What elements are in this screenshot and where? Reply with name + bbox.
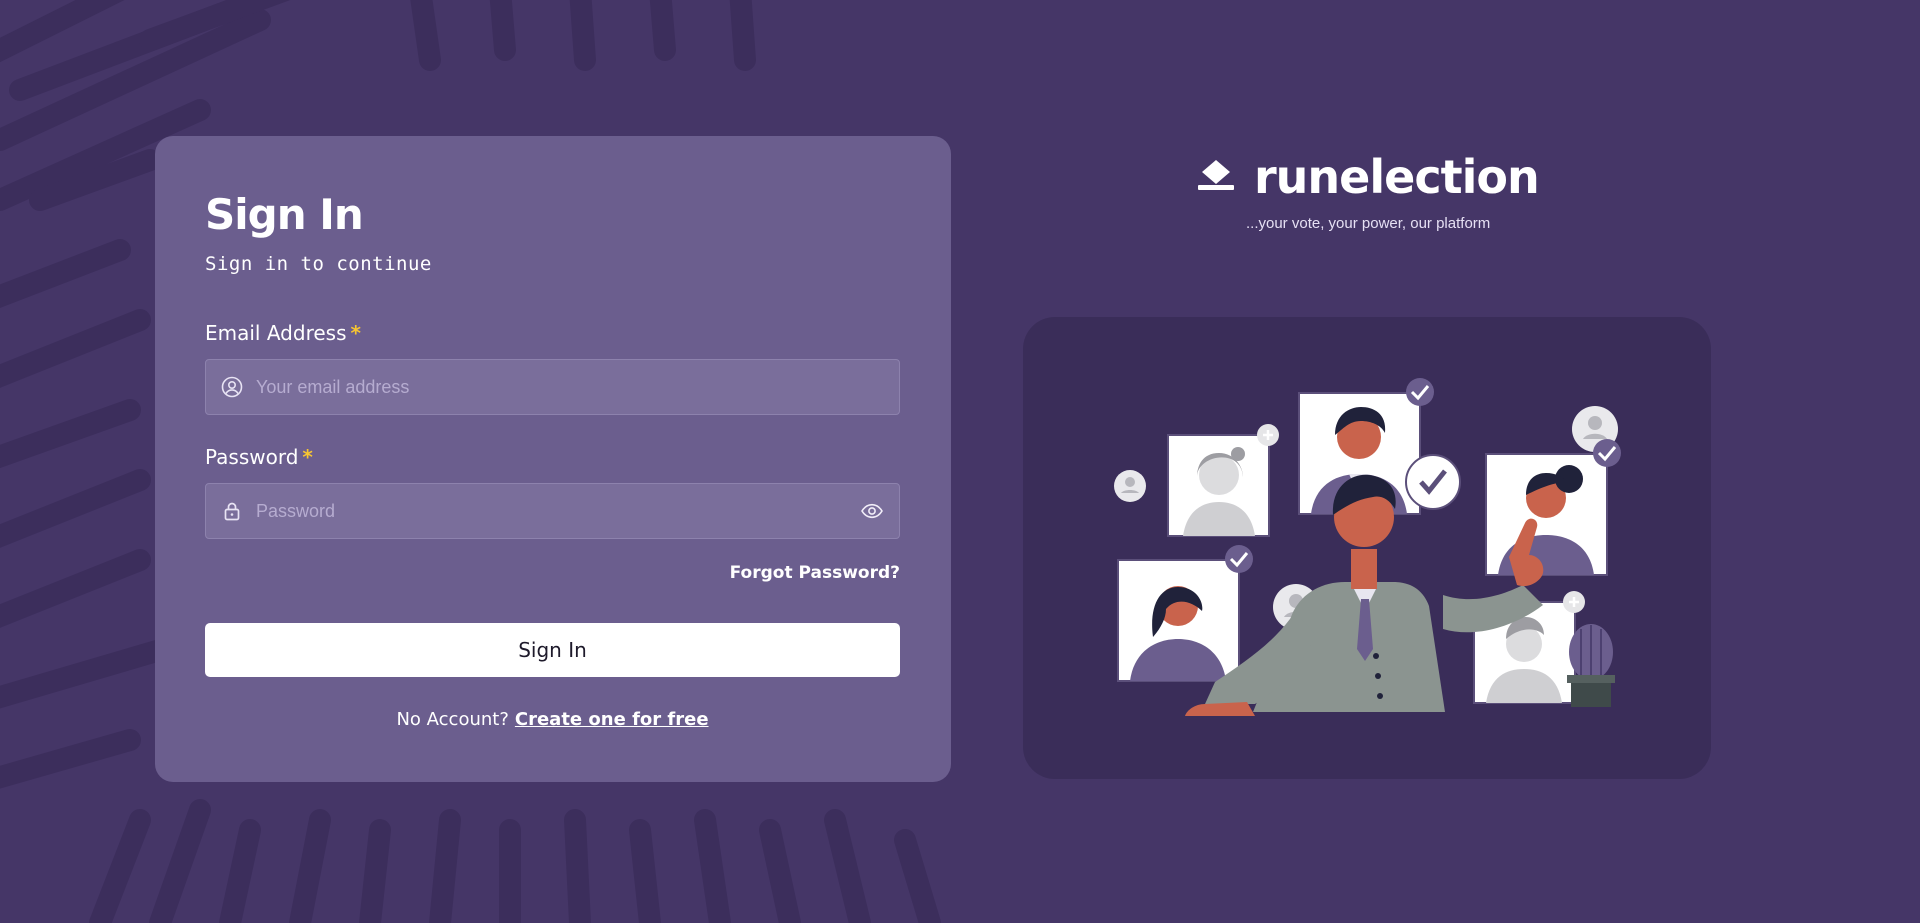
- password-label: Password *: [205, 445, 901, 469]
- no-account-text: No Account?: [396, 709, 509, 730]
- forgot-row: Forgot Password?: [205, 563, 900, 583]
- email-label: Email Address *: [205, 321, 901, 345]
- forgot-password-link[interactable]: Forgot Password?: [730, 563, 900, 583]
- brand-name: runelection: [1254, 150, 1540, 204]
- email-field-wrapper: [205, 359, 900, 415]
- ballot-logo-icon: [1196, 158, 1236, 196]
- brand: runelection: [1196, 150, 1540, 204]
- page-title: Sign In: [205, 190, 364, 239]
- page-subtitle: Sign in to continue: [205, 253, 432, 275]
- password-input[interactable]: [256, 484, 859, 538]
- lock-icon: [221, 500, 243, 522]
- required-marker: *: [302, 445, 313, 469]
- brand-tagline: ...your vote, your power, our platform: [1246, 215, 1491, 232]
- no-account-row: No Account? Create one for free: [205, 709, 900, 730]
- signin-button[interactable]: Sign In: [205, 623, 900, 677]
- signin-card: Sign In Sign in to continue Email Addres…: [155, 136, 951, 782]
- password-field-wrapper: [205, 483, 900, 539]
- user-circle-icon: [221, 376, 243, 398]
- required-marker: *: [350, 321, 361, 345]
- eye-icon[interactable]: [859, 498, 885, 524]
- illustration-panel: [1023, 317, 1711, 779]
- create-account-link[interactable]: Create one for free: [515, 709, 709, 730]
- voters-illustration: [1114, 378, 1621, 716]
- email-input[interactable]: [256, 360, 899, 414]
- email-label-text: Email Address: [205, 321, 347, 345]
- password-label-text: Password: [205, 445, 299, 469]
